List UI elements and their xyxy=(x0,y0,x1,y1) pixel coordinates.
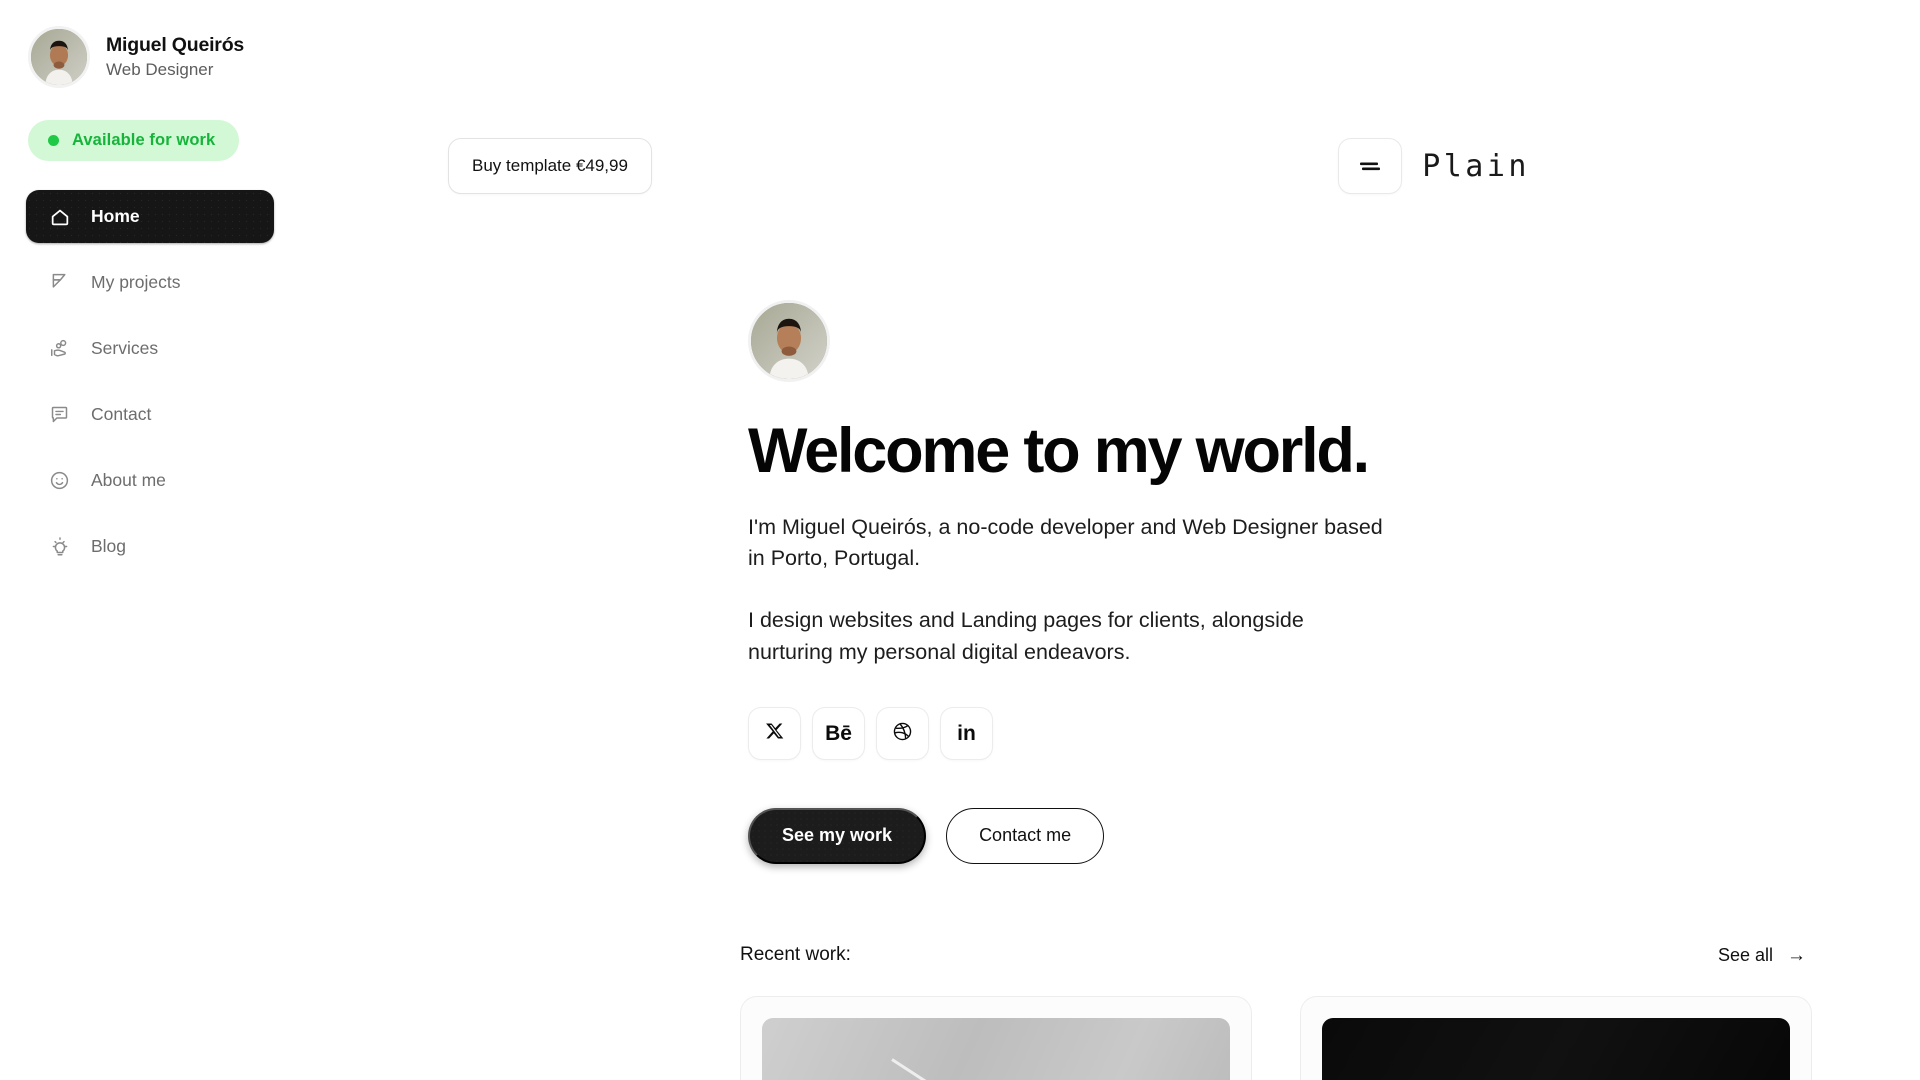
light-device-photo-icon xyxy=(762,1018,1230,1080)
sidebar-item-label: Services xyxy=(91,338,159,358)
buy-template-button[interactable]: Buy template €49,99 xyxy=(448,138,652,194)
sidebar-item-label: Home xyxy=(91,206,140,226)
see-my-work-button[interactable]: See my work xyxy=(748,807,927,864)
social-link-dribbble[interactable] xyxy=(876,706,929,760)
sidebar-item-services[interactable]: Services xyxy=(26,322,274,375)
lightbulb-icon xyxy=(48,535,71,558)
sidebar-item-blog[interactable]: Blog xyxy=(26,520,274,573)
status-badge: Available for work xyxy=(28,120,240,161)
profile-name: Miguel Queirós xyxy=(106,34,245,56)
sidebar-item-label: Blog xyxy=(91,536,127,556)
sidebar-item-label: About me xyxy=(91,470,166,490)
see-all-link[interactable]: See all → xyxy=(1718,945,1806,966)
sidebar-item-my-projects[interactable]: My projects xyxy=(26,256,274,309)
sidebar-item-contact[interactable]: Contact xyxy=(26,388,274,441)
smiley-icon xyxy=(48,469,71,492)
brand-name: Plain xyxy=(1422,148,1530,184)
status-dot-icon xyxy=(48,135,59,146)
hero-paragraph-2: I design websites and Landing pages for … xyxy=(748,608,1304,664)
work-card[interactable] xyxy=(740,996,1252,1080)
sidebar-nav: Home My projects Services Contact About … xyxy=(0,190,300,573)
sidebar-item-home[interactable]: Home xyxy=(26,190,274,243)
sidebar-item-label: Contact xyxy=(91,404,152,424)
home-icon xyxy=(48,205,71,228)
topbar: Buy template €49,99 Plain xyxy=(448,138,1920,194)
user-avatar-photo-icon xyxy=(751,303,827,379)
sidebar-item-about-me[interactable]: About me xyxy=(26,454,274,507)
profile-role: Web Designer xyxy=(106,60,214,79)
contact-me-button[interactable]: Contact me xyxy=(946,807,1105,864)
page-root: Miguel Queirós Web Designer Available fo… xyxy=(0,0,1920,1080)
sidebar: Miguel Queirós Web Designer Available fo… xyxy=(0,0,300,1080)
work-card[interactable] xyxy=(1300,996,1812,1080)
arrow-right-icon: → xyxy=(1787,944,1806,966)
social-link-behance[interactable]: Bē xyxy=(812,706,865,760)
recent-work-title: Recent work: xyxy=(740,944,851,965)
dark-workspace-photo-icon xyxy=(1322,1018,1790,1080)
main-content: Buy template €49,99 Plain Welcome to my … xyxy=(300,0,1920,1080)
see-all-label: See all xyxy=(1717,944,1773,965)
dribbble-icon xyxy=(892,721,913,746)
recent-work-header: Recent work: See all → xyxy=(740,944,1806,966)
x-twitter-icon xyxy=(765,721,785,745)
user-avatar-photo-icon xyxy=(31,29,87,85)
hero-cta-group: See my work Contact me xyxy=(748,807,1448,864)
status-badge-label: Available for work xyxy=(72,131,216,149)
chat-icon xyxy=(48,403,71,426)
hero-avatar xyxy=(748,300,830,382)
page-title: Welcome to my world. xyxy=(748,416,1370,486)
services-icon xyxy=(48,337,71,360)
profile-text: Miguel Queirós Web Designer xyxy=(106,34,244,80)
equals-logo-icon xyxy=(1338,138,1403,194)
avatar xyxy=(28,26,90,88)
behance-icon: Bē xyxy=(825,721,852,745)
social-link-x-twitter[interactable] xyxy=(748,706,801,760)
social-links: Bē in xyxy=(748,706,1448,760)
recent-work-section: Recent work: See all → xyxy=(740,944,1920,1080)
recent-work-cards xyxy=(740,996,1920,1080)
linkedin-icon: in xyxy=(957,721,976,745)
hero-paragraph-1: I'm Miguel Queirós, a no-code developer … xyxy=(748,514,1383,571)
projects-icon xyxy=(48,271,71,294)
social-link-linkedin[interactable]: in xyxy=(940,706,993,760)
profile-block: Miguel Queirós Web Designer xyxy=(0,26,300,88)
sidebar-item-label: My projects xyxy=(91,272,181,292)
hero-section: Welcome to my world. I'm Miguel Queirós,… xyxy=(748,300,1448,864)
brand-logo[interactable]: Plain xyxy=(1338,138,1530,194)
